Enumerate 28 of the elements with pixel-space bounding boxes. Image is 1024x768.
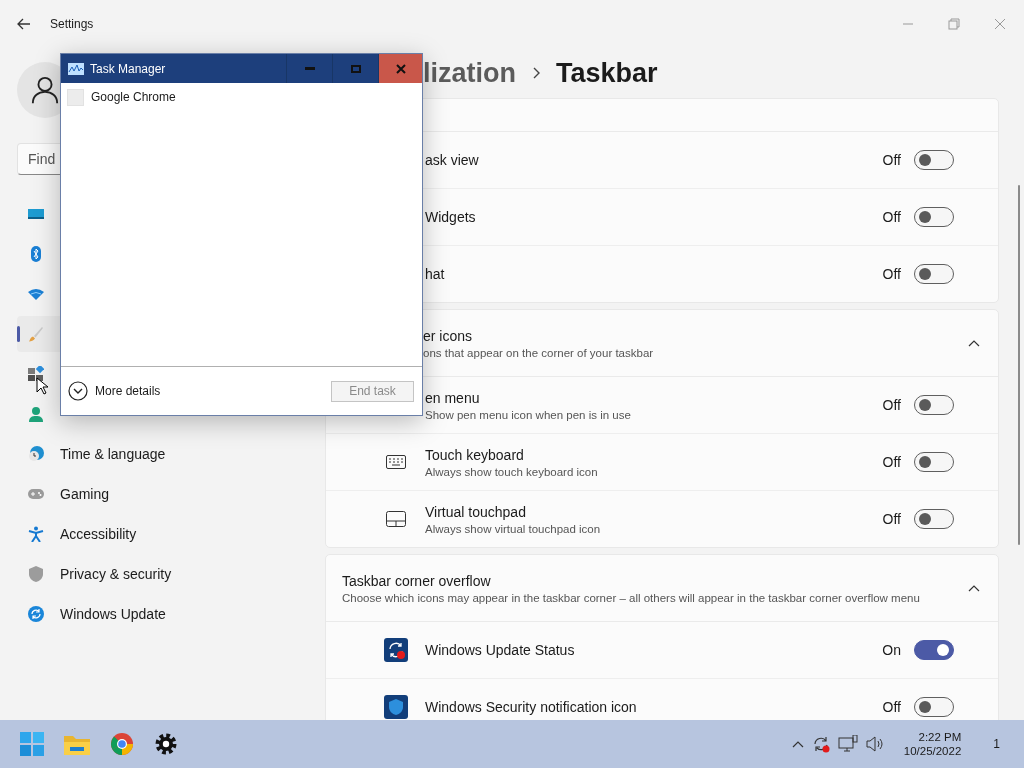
setting-description: Always show touch keyboard icon <box>425 465 599 478</box>
setting-description: Show pen menu icon when pen is in use <box>425 408 632 421</box>
date-text: 10/25/2022 <box>903 745 962 757</box>
window-title: Settings <box>50 17 94 31</box>
toggle-state: Off <box>882 454 901 470</box>
section-description: Choose which icons may appear in the taskbar corner – all others will appear in the taskbar corner overflow menu <box>342 591 921 604</box>
toggle-state: Off <box>882 152 901 168</box>
section-title: er icons <box>423 327 474 344</box>
setting-description: Always show virtual touchpad icon <box>425 522 602 535</box>
setting-label: en menu <box>425 389 481 406</box>
setting-label: ask view <box>425 152 480 168</box>
toggle-state: Off <box>882 699 901 715</box>
setting-label: Touch keyboard <box>425 446 525 463</box>
toggle-state: Off <box>882 397 901 413</box>
section-description: ons that appear on the corner of your taskbar <box>423 346 655 359</box>
toggle-state: Off <box>882 266 901 282</box>
setting-label: Windows Security notification icon <box>425 699 638 715</box>
section-title: Taskbar corner overflow <box>342 572 492 589</box>
page-title: Taskbar <box>556 57 658 89</box>
setting-label: hat <box>425 266 446 282</box>
window-title: Task Manager <box>90 61 167 76</box>
setting-label: Virtual touchpad <box>425 503 527 520</box>
toggle-state: On <box>882 642 901 658</box>
setting-label: Widgets <box>425 209 477 225</box>
toggle-state: Off <box>882 511 901 527</box>
time-text: 2:22 PM <box>918 731 962 743</box>
setting-label: Windows Update Status <box>425 642 576 658</box>
toggle-state: Off <box>882 209 901 225</box>
